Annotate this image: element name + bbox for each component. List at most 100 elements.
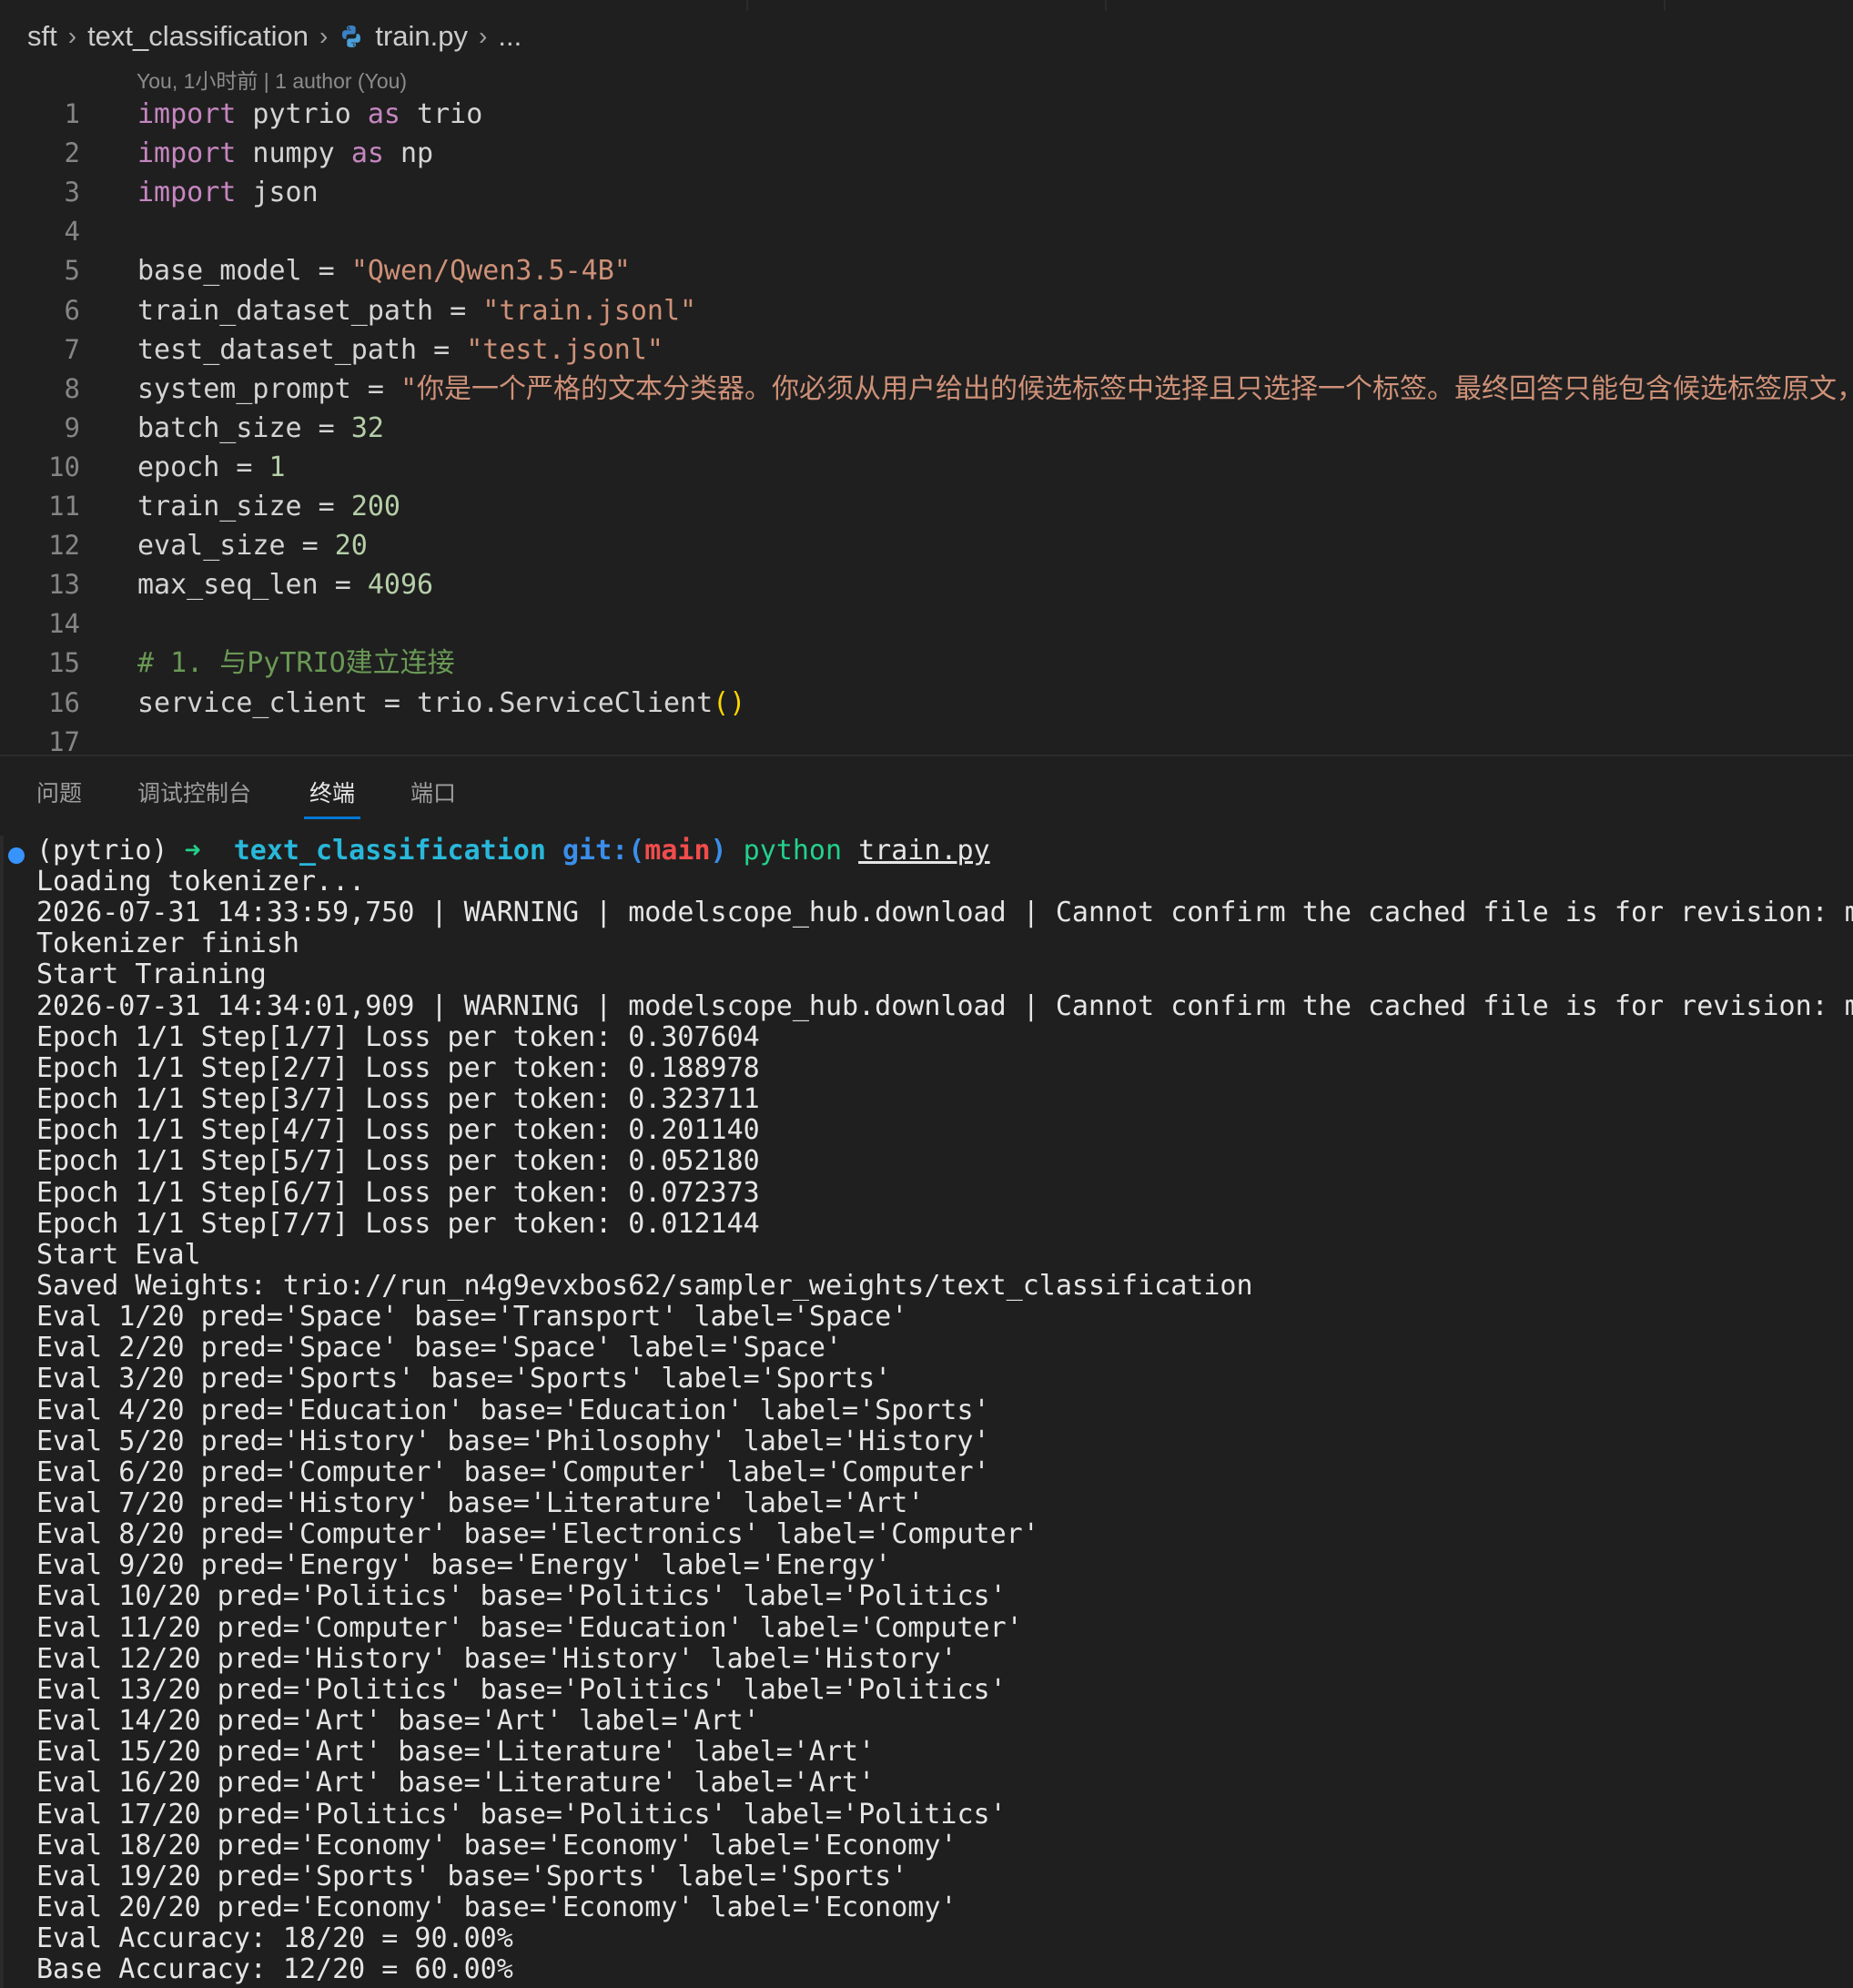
- tab-separator: [1664, 0, 1666, 11]
- terminal-output-line: Eval 12/20 pred='History' base='History'…: [36, 1643, 957, 1675]
- code-line[interactable]: 14: [0, 604, 1853, 644]
- code-token: numpy: [236, 137, 351, 169]
- line-number: 5: [64, 255, 80, 286]
- prompt-arrow-icon: ➜: [184, 836, 201, 867]
- terminal-output-line: Eval 4/20 pred='Education' base='Educati…: [36, 1395, 990, 1426]
- line-number: 16: [48, 687, 80, 718]
- terminal-output-line: Epoch 1/1 Step[2/7] Loss per token: 0.18…: [36, 1052, 760, 1084]
- line-number: 3: [64, 177, 80, 208]
- code-line[interactable]: 8 system_prompt = "你是一个严格的文本分类器。你必须从用户给出的…: [0, 370, 1853, 409]
- terminal-output-line: Epoch 1/1 Step[3/7] Loss per token: 0.32…: [36, 1083, 760, 1115]
- code-text: service_client = trio.ServiceClient(): [137, 684, 745, 723]
- code-text: epoch = 1: [137, 448, 286, 487]
- tab-terminal[interactable]: 终端: [303, 765, 361, 823]
- line-number: 11: [48, 491, 80, 522]
- code-token: json: [236, 177, 319, 208]
- line-number: 8: [64, 373, 80, 404]
- code-token: # 1. 与PyTRIO建立连接: [137, 647, 455, 679]
- terminal-output-line: Tokenizer finish: [36, 928, 299, 959]
- terminal-output-line: Eval 20/20 pred='Economy' base='Economy'…: [36, 1892, 957, 1923]
- line-number: 1: [64, 98, 80, 129]
- code-token: service_client = trio.ServiceClient: [137, 687, 714, 719]
- code-line[interactable]: 10 epoch = 1: [0, 448, 1853, 487]
- chevron-right-icon: ›: [479, 22, 488, 50]
- line-number: 2: [64, 137, 80, 168]
- code-token: as: [367, 98, 400, 130]
- terminal-output-line: Eval 5/20 pred='History' base='Philosoph…: [36, 1425, 990, 1457]
- code-line[interactable]: 1 import pytrio as trio: [0, 95, 1853, 134]
- code-text: train_dataset_path = "train.jsonl": [137, 291, 696, 330]
- terminal-decoration-rail: [0, 836, 4, 1988]
- code-line[interactable]: 9 batch_size = 32: [0, 409, 1853, 448]
- terminal-output-line: Start Eval: [36, 1239, 201, 1271]
- tab-separator: [1105, 0, 1107, 11]
- code-text: batch_size = 32: [137, 409, 384, 448]
- code-line[interactable]: 17: [0, 723, 1853, 754]
- code-token: "你是一个严格的文本分类器。你必须从用户给出的候选标签中选择且只选择一个标签。最…: [400, 373, 1853, 405]
- code-token: import: [137, 98, 237, 130]
- terminal-output-line: Epoch 1/1 Step[1/7] Loss per token: 0.30…: [36, 1021, 760, 1053]
- command-status-dot-icon[interactable]: [8, 847, 25, 864]
- code-text: system_prompt = "你是一个严格的文本分类器。你必须从用户给出的候…: [137, 370, 1853, 409]
- terminal-output-line: Eval 8/20 pred='Computer' base='Electron…: [36, 1518, 1039, 1550]
- line-number: 13: [48, 569, 80, 600]
- git-blame-annotation[interactable]: You, 1小时前 | 1 author (You): [137, 64, 407, 95]
- prompt-git-suffix: ): [710, 836, 727, 867]
- code-line[interactable]: 7 test_dataset_path = "test.jsonl": [0, 330, 1853, 370]
- code-token: test_dataset_path =: [137, 334, 467, 366]
- breadcrumb: sft › text_classification › train.py › .…: [27, 16, 521, 56]
- code-token: trio: [400, 98, 483, 130]
- tab-ports[interactable]: 端口: [410, 765, 456, 823]
- panel-divider[interactable]: [0, 755, 1853, 756]
- code-line[interactable]: 12 eval_size = 20: [0, 526, 1853, 565]
- code-token: eval_size =: [137, 530, 335, 562]
- breadcrumb-item-sft[interactable]: sft: [27, 20, 57, 53]
- code-line[interactable]: 16 service_client = trio.ServiceClient(): [0, 684, 1853, 723]
- code-line[interactable]: 3 import json: [0, 173, 1853, 212]
- tab-problems[interactable]: 问题: [36, 765, 82, 823]
- code-token: "test.jsonl": [466, 334, 663, 366]
- terminal-output-line: Eval 19/20 pred='Sports' base='Sports' l…: [36, 1861, 908, 1892]
- code-token: system_prompt =: [137, 373, 400, 405]
- prompt-command-arg[interactable]: train.py: [858, 836, 990, 867]
- code-token: np: [383, 137, 434, 169]
- terminal-output-line: Epoch 1/1 Step[4/7] Loss per token: 0.20…: [36, 1114, 760, 1146]
- terminal-output-line: Eval 11/20 pred='Computer' base='Educati…: [36, 1612, 1023, 1644]
- prompt-command: python: [743, 836, 843, 867]
- code-text: eval_size = 20: [137, 526, 368, 565]
- terminal[interactable]: (pytrio) ➜ text_classification git:(main…: [0, 836, 1853, 1988]
- terminal-output-line: Eval 7/20 pred='History' base='Literatur…: [36, 1487, 925, 1519]
- tab-separator: [746, 0, 748, 11]
- tab-debug-console[interactable]: 调试控制台: [137, 765, 251, 823]
- breadcrumb-item-symbols[interactable]: ...: [498, 20, 521, 53]
- terminal-output-line: Eval 15/20 pred='Art' base='Literature' …: [36, 1736, 876, 1768]
- code-token: (): [713, 687, 746, 719]
- line-number: 7: [64, 334, 80, 365]
- line-number: 9: [64, 412, 80, 443]
- code-token: batch_size =: [137, 412, 351, 444]
- code-line[interactable]: 4: [0, 212, 1853, 251]
- code-token: epoch =: [137, 451, 269, 483]
- code-token: import: [137, 177, 237, 208]
- terminal-output-line: Loading tokenizer...: [36, 866, 366, 898]
- breadcrumb-item-folder[interactable]: text_classification: [87, 20, 309, 53]
- code-line[interactable]: 5 base_model = "Qwen/Qwen3.5-4B": [0, 251, 1853, 290]
- editor-tab-strip: [0, 0, 1853, 13]
- code-line[interactable]: 2 import numpy as np: [0, 134, 1853, 173]
- code-line[interactable]: 6 train_dataset_path = "train.jsonl": [0, 291, 1853, 330]
- code-line[interactable]: 11 train_size = 200: [0, 487, 1853, 526]
- line-number: 14: [48, 608, 80, 639]
- terminal-output-line: Eval 14/20 pred='Art' base='Art' label='…: [36, 1705, 760, 1737]
- line-number: 17: [48, 726, 80, 754]
- code-editor[interactable]: 1 import pytrio as trio 2 import numpy as n…: [0, 95, 1853, 754]
- terminal-output-line: Start Training: [36, 958, 267, 990]
- code-line[interactable]: 15 # 1. 与PyTRIO建立连接: [0, 644, 1853, 683]
- terminal-output-line: Epoch 1/1 Step[5/7] Loss per token: 0.05…: [36, 1145, 760, 1177]
- code-text: train_size = 200: [137, 487, 400, 526]
- code-token: pytrio: [236, 98, 368, 130]
- terminal-output-line: 2026-07-31 14:34:01,909 | WARNING | mode…: [36, 990, 1853, 1022]
- line-number: 6: [64, 295, 80, 326]
- terminal-output-line: Eval 6/20 pred='Computer' base='Computer…: [36, 1456, 990, 1488]
- breadcrumb-item-file[interactable]: train.py: [375, 20, 468, 53]
- code-line[interactable]: 13 max_seq_len = 4096: [0, 565, 1853, 604]
